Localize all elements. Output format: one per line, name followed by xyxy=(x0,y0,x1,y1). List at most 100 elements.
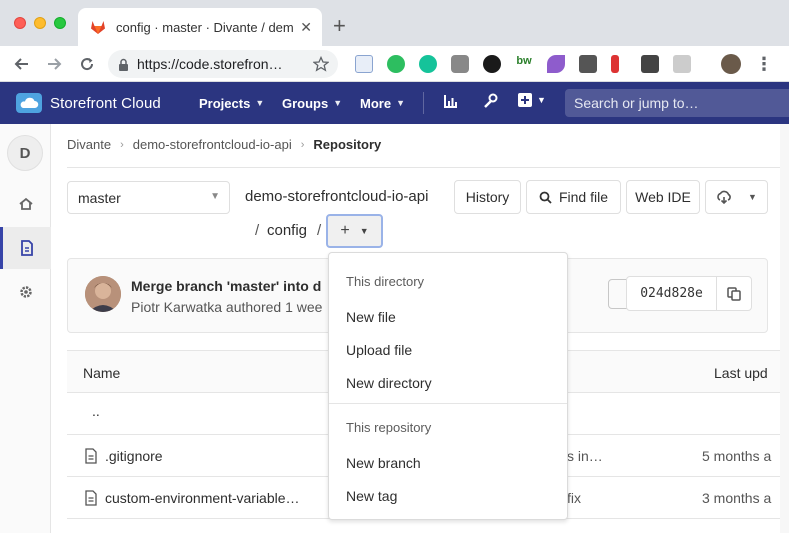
address-bar[interactable]: https://code.storefron… xyxy=(108,50,338,78)
nav-more-label: More xyxy=(360,95,392,111)
chevron-down-icon: ▼ xyxy=(359,226,369,236)
browser-toolbar: https://code.storefron… bw ⋮ xyxy=(0,46,789,82)
browser-tab[interactable]: config · master · Divante / dem ✕ xyxy=(78,8,322,46)
chevron-down-icon: ▼ xyxy=(255,98,265,108)
cloud-logo-icon xyxy=(16,93,42,113)
nav-groups[interactable]: Groups ▼ xyxy=(282,82,342,124)
path-separator: / xyxy=(255,222,260,239)
col-name: Name xyxy=(83,365,121,381)
copy-icon xyxy=(727,286,741,301)
path-root-link[interactable]: demo-storefrontcloud-io-api xyxy=(245,188,428,205)
evernote-extension-icon[interactable] xyxy=(387,55,405,73)
reload-icon[interactable] xyxy=(75,52,99,76)
sidebar-item-settings[interactable] xyxy=(0,271,51,313)
file-icon xyxy=(85,448,97,464)
tab-close-icon[interactable]: ✕ xyxy=(300,19,312,36)
extension-icon-7[interactable] xyxy=(547,55,565,73)
menu-item-new-directory[interactable]: New directory xyxy=(329,368,567,398)
nav-divider xyxy=(423,92,424,114)
profile-avatar[interactable] xyxy=(721,54,741,74)
history-button[interactable]: History xyxy=(454,180,521,214)
cloud-download-icon xyxy=(717,190,731,204)
path-separator: / xyxy=(317,222,322,239)
lock-icon xyxy=(119,58,128,71)
menu-item-new-branch[interactable]: New branch xyxy=(329,448,567,478)
doc-icon xyxy=(21,240,33,256)
search-icon xyxy=(539,191,552,204)
find-file-label: Find file xyxy=(558,189,609,205)
chevron-right-icon: › xyxy=(300,138,305,151)
back-icon[interactable] xyxy=(10,52,34,76)
page-scrollbar[interactable] xyxy=(780,124,789,533)
extension-icon-9[interactable] xyxy=(611,55,619,73)
nav-projects-label: Projects xyxy=(199,95,251,111)
search-input[interactable]: Search or jump to… xyxy=(565,89,789,117)
gitlab-favicon-icon xyxy=(91,21,105,34)
chevron-down-icon: ▼ xyxy=(748,192,757,202)
branch-select[interactable]: master ▼ xyxy=(67,181,230,214)
path-dir-link[interactable]: config xyxy=(267,222,307,239)
breadcrumb-divider xyxy=(67,167,789,168)
file-name[interactable]: .gitignore xyxy=(105,448,163,464)
extension-icon-1[interactable] xyxy=(355,55,373,73)
nav-groups-label: Groups xyxy=(282,95,329,111)
branch-name: master xyxy=(78,190,121,206)
extension-icon-11[interactable] xyxy=(673,55,691,73)
grammarly-extension-icon[interactable] xyxy=(419,55,437,73)
brand-name: Storefront Cloud xyxy=(50,94,161,112)
download-dropdown-button[interactable]: ▼ xyxy=(705,180,768,214)
find-file-button[interactable]: Find file xyxy=(526,180,621,214)
tab-title: config · master · Divante / dem xyxy=(116,19,294,35)
extension-icon-8[interactable] xyxy=(579,55,597,73)
web-ide-button[interactable]: Web IDE xyxy=(626,180,700,214)
extension-icon-4[interactable] xyxy=(451,55,469,73)
project-avatar[interactable]: D xyxy=(7,135,43,171)
maximize-window-button[interactable] xyxy=(54,17,66,29)
menu-item-new-file[interactable]: New file xyxy=(329,302,567,332)
nav-projects[interactable]: Projects ▼ xyxy=(199,82,264,124)
new-tab-button[interactable]: + xyxy=(333,15,346,37)
file-timestamp: 5 months a xyxy=(702,448,772,464)
chevron-right-icon: › xyxy=(120,138,124,151)
add-dropdown-menu: This directory New file Upload file New … xyxy=(328,252,568,520)
admin-wrench-icon[interactable] xyxy=(482,93,498,114)
file-commit-message[interactable]: s in… xyxy=(567,448,603,464)
nav-more[interactable]: More ▼ xyxy=(360,82,405,124)
plus-square-icon xyxy=(518,93,532,107)
chevron-down-icon: ▼ xyxy=(537,95,546,105)
breadcrumb-group[interactable]: Divante xyxy=(67,137,111,152)
activity-chart-icon[interactable] xyxy=(443,93,459,114)
copy-sha-button[interactable] xyxy=(716,276,752,311)
home-icon xyxy=(18,197,33,210)
close-window-button[interactable] xyxy=(14,17,26,29)
commit-sha[interactable]: 024d828e xyxy=(626,276,717,311)
breadcrumb: Divante › demo-storefrontcloud-io-api › … xyxy=(67,137,381,152)
menu-item-new-tag[interactable]: New tag xyxy=(329,481,567,511)
brand-logo[interactable]: Storefront Cloud xyxy=(16,93,161,113)
author-avatar[interactable] xyxy=(85,276,121,312)
forward-icon[interactable] xyxy=(42,52,66,76)
sidebar-item-overview[interactable] xyxy=(0,183,51,225)
extension-icon-10[interactable] xyxy=(641,55,659,73)
chevron-down-icon: ▼ xyxy=(210,191,220,202)
add-to-tree-button[interactable]: + ▼ xyxy=(326,214,383,248)
commit-title[interactable]: Merge branch 'master' into d xyxy=(131,278,321,294)
menu-item-upload-file[interactable]: Upload file xyxy=(329,335,567,365)
dropdown-divider xyxy=(329,403,567,404)
browser-menu-icon[interactable]: ⋮ xyxy=(752,52,776,76)
breadcrumb-current[interactable]: Repository xyxy=(313,137,381,152)
bookmark-star-icon[interactable] xyxy=(309,52,333,76)
extension-icon-5[interactable] xyxy=(483,55,501,73)
chevron-down-icon: ▼ xyxy=(333,98,343,108)
bw-extension-icon[interactable]: bw xyxy=(513,55,535,73)
breadcrumb-project[interactable]: demo-storefrontcloud-io-api xyxy=(133,137,292,152)
file-name[interactable]: custom-environment-variable… xyxy=(105,490,300,506)
file-commit-message[interactable]: fix xyxy=(567,490,581,506)
sidebar-item-repository[interactable] xyxy=(0,227,51,269)
parent-dir-link[interactable]: .. xyxy=(92,403,100,419)
file-icon xyxy=(85,490,97,506)
minimize-window-button[interactable] xyxy=(34,17,46,29)
url-text: https://code.storefron… xyxy=(137,56,283,72)
new-item-dropdown[interactable]: ▼ xyxy=(518,93,546,107)
window-controls xyxy=(14,17,66,29)
